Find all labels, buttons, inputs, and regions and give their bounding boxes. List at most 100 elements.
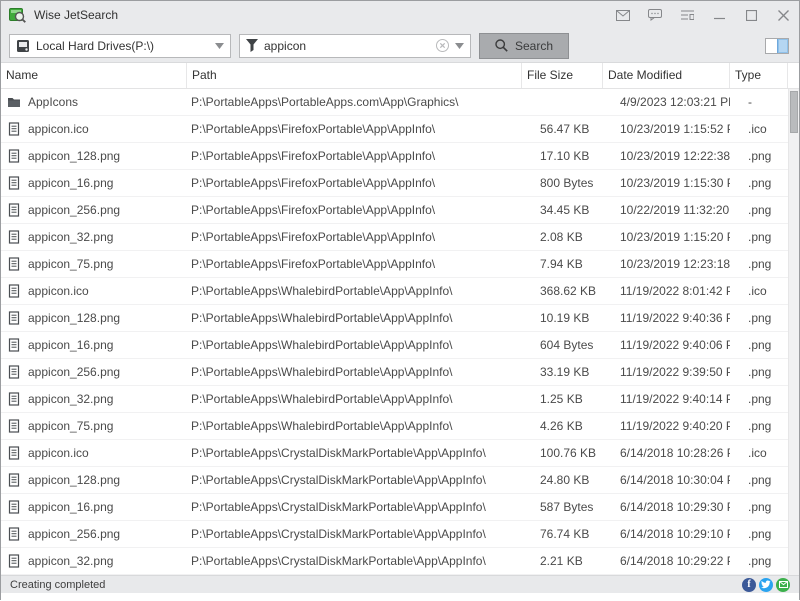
file-name: appicon_128.png xyxy=(28,149,120,163)
name-cell: appicon.ico xyxy=(1,446,187,460)
file-name: appicon_16.png xyxy=(28,338,113,352)
path-cell: P:\PortableApps\FirefoxPortable\App\AppI… xyxy=(187,257,522,271)
table-row[interactable]: appicon_16.png P:\PortableApps\Whalebird… xyxy=(1,332,788,359)
panel-toggle-left xyxy=(766,39,777,53)
table-row[interactable]: appicon.ico P:\PortableApps\CrystalDiskM… xyxy=(1,440,788,467)
name-cell: appicon_128.png xyxy=(1,473,187,487)
path-cell: P:\PortableApps\FirefoxPortable\App\AppI… xyxy=(187,122,522,136)
type-cell: .png xyxy=(730,554,788,568)
name-cell: appicon.ico xyxy=(1,122,187,136)
date-modified-cell: 10/23/2019 12:23:18 PM xyxy=(603,257,730,271)
table-row[interactable]: appicon_75.png P:\PortableApps\FirefoxPo… xyxy=(1,251,788,278)
minimize-icon[interactable] xyxy=(703,1,735,29)
name-cell: appicon_32.png xyxy=(1,392,187,406)
maximize-icon[interactable] xyxy=(735,1,767,29)
date-modified-cell: 10/22/2019 11:32:20 PM xyxy=(603,203,730,217)
file-icon xyxy=(7,527,21,541)
table-row[interactable]: appicon_128.png P:\PortableApps\FirefoxP… xyxy=(1,143,788,170)
table-row[interactable]: appicon_32.png P:\PortableApps\Whalebird… xyxy=(1,386,788,413)
type-cell: .png xyxy=(730,500,788,514)
size-cell: 368.62 KB xyxy=(522,284,603,298)
date-modified-cell: 6/14/2018 10:29:22 PM xyxy=(603,554,730,568)
table-row[interactable]: appicon_75.png P:\PortableApps\Whalebird… xyxy=(1,413,788,440)
table-row[interactable]: appicon.ico P:\PortableApps\FirefoxPorta… xyxy=(1,116,788,143)
search-button[interactable]: Search xyxy=(479,33,569,59)
path-cell: P:\PortableApps\CrystalDiskMarkPortable\… xyxy=(187,554,522,568)
clear-icon[interactable] xyxy=(436,39,449,52)
table-row[interactable]: appicon_256.png P:\PortableApps\FirefoxP… xyxy=(1,197,788,224)
table-row[interactable]: appicon_256.png P:\PortableApps\Whalebir… xyxy=(1,359,788,386)
size-cell: 4.26 KB xyxy=(522,419,603,433)
date-modified-cell: 11/19/2022 9:40:20 PM xyxy=(603,419,730,433)
close-icon[interactable] xyxy=(767,1,799,29)
table-row[interactable]: appicon_16.png P:\PortableApps\FirefoxPo… xyxy=(1,170,788,197)
file-icon xyxy=(7,500,21,514)
table-row[interactable]: appicon_32.png P:\PortableApps\CrystalDi… xyxy=(1,548,788,575)
table-row[interactable]: AppIcons P:\PortableApps\PortableApps.co… xyxy=(1,89,788,116)
path-cell: P:\PortableApps\CrystalDiskMarkPortable\… xyxy=(187,527,522,541)
panel-toggle-icon[interactable] xyxy=(765,38,789,54)
size-cell: 100.76 KB xyxy=(522,446,603,460)
table-row[interactable]: appicon_32.png P:\PortableApps\FirefoxPo… xyxy=(1,224,788,251)
vertical-scrollbar[interactable] xyxy=(788,89,799,575)
file-icon xyxy=(7,419,21,433)
file-icon xyxy=(7,122,21,136)
mail-icon[interactable] xyxy=(607,1,639,29)
type-cell: .ico xyxy=(730,446,788,460)
magnifier-icon xyxy=(495,39,508,52)
name-cell: appicon.ico xyxy=(1,284,187,298)
file-name: appicon_256.png xyxy=(28,365,120,379)
column-header-type[interactable]: Type xyxy=(730,63,788,88)
search-box[interactable] xyxy=(239,34,471,58)
name-cell: appicon_256.png xyxy=(1,527,187,541)
scrollbar-thumb[interactable] xyxy=(790,91,798,133)
size-cell: 34.45 KB xyxy=(522,203,603,217)
date-modified-cell: 6/14/2018 10:28:26 PM xyxy=(603,446,730,460)
date-modified-cell: 11/19/2022 8:01:42 PM xyxy=(603,284,730,298)
column-header-date-modified[interactable]: Date Modified xyxy=(603,63,730,88)
size-cell: 2.21 KB xyxy=(522,554,603,568)
table-row[interactable]: appicon_16.png P:\PortableApps\CrystalDi… xyxy=(1,494,788,521)
type-cell: - xyxy=(730,95,788,109)
path-cell: P:\PortableApps\FirefoxPortable\App\AppI… xyxy=(187,176,522,190)
table-row[interactable]: appicon_128.png P:\PortableApps\CrystalD… xyxy=(1,467,788,494)
name-cell: appicon_16.png xyxy=(1,500,187,514)
file-name: appicon_256.png xyxy=(28,203,120,217)
filter-icon xyxy=(246,39,258,52)
drive-select[interactable]: Local Hard Drives(P:\) xyxy=(9,34,231,58)
search-input[interactable] xyxy=(264,39,430,53)
size-cell: 33.19 KB xyxy=(522,365,603,379)
file-icon xyxy=(7,338,21,352)
name-cell: appicon_75.png xyxy=(1,419,187,433)
panel-toggle-right xyxy=(777,39,788,53)
column-header-file-size[interactable]: File Size xyxy=(522,63,603,88)
chevron-down-icon[interactable] xyxy=(455,43,464,49)
twitter-icon[interactable] xyxy=(759,578,773,592)
path-cell: P:\PortableApps\WhalebirdPortable\App\Ap… xyxy=(187,392,522,406)
file-name: appicon_75.png xyxy=(28,257,113,271)
app-logo-icon xyxy=(9,7,26,23)
type-cell: .png xyxy=(730,311,788,325)
size-cell: 24.80 KB xyxy=(522,473,603,487)
table-row[interactable]: appicon.ico P:\PortableApps\WhalebirdPor… xyxy=(1,278,788,305)
column-header-name[interactable]: Name xyxy=(1,63,187,88)
file-name: appicon.ico xyxy=(28,122,89,136)
size-cell: 800 Bytes xyxy=(522,176,603,190)
column-header-path[interactable]: Path xyxy=(187,63,522,88)
feedback-icon[interactable] xyxy=(639,1,671,29)
facebook-icon[interactable]: f xyxy=(742,578,756,592)
table-row[interactable]: appicon_256.png P:\PortableApps\CrystalD… xyxy=(1,521,788,548)
results-body: AppIcons P:\PortableApps\PortableApps.co… xyxy=(1,89,788,575)
email-icon[interactable] xyxy=(776,578,790,592)
file-icon xyxy=(7,365,21,379)
social-links: f xyxy=(742,578,790,592)
statusbar: Creating completed f xyxy=(1,575,799,593)
path-cell: P:\PortableApps\FirefoxPortable\App\AppI… xyxy=(187,203,522,217)
table-row[interactable]: appicon_128.png P:\PortableApps\Whalebir… xyxy=(1,305,788,332)
file-name: appicon_256.png xyxy=(28,527,120,541)
file-icon xyxy=(7,203,21,217)
file-name: appicon_75.png xyxy=(28,419,113,433)
type-cell: .png xyxy=(730,338,788,352)
menu-icon[interactable] xyxy=(671,1,703,29)
file-icon xyxy=(7,554,21,568)
